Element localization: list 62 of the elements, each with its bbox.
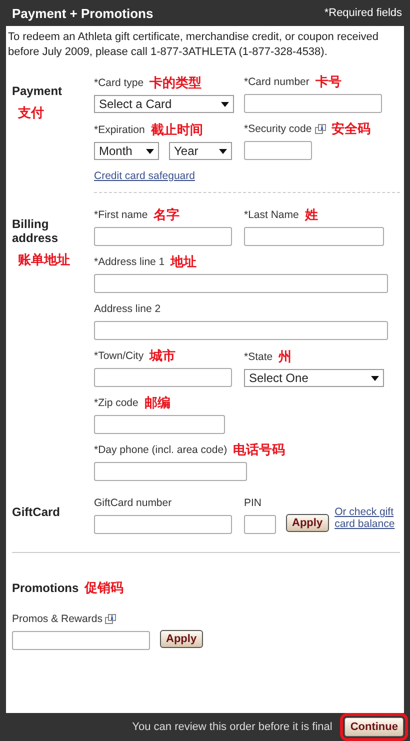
field-label: PIN xyxy=(244,497,262,509)
dropdown[interactable]: Select One xyxy=(244,369,384,387)
field-label: Promos & Rewards xyxy=(12,613,102,625)
dropdown[interactable]: Year xyxy=(169,142,232,160)
field-label: *State xyxy=(244,351,273,363)
field-label: *Zip code xyxy=(94,397,138,409)
caret-icon xyxy=(146,148,154,154)
field-label: *Day phone (incl. area code) xyxy=(94,444,228,456)
annotation-text: 卡号 xyxy=(315,75,342,89)
section-title: Billing address xyxy=(12,217,60,245)
section-title: Promotions xyxy=(12,581,79,595)
annotation-text: 名字 xyxy=(154,208,180,222)
input-field[interactable] xyxy=(94,415,225,434)
input-field[interactable] xyxy=(94,227,232,246)
continue-button[interactable]: Continue xyxy=(344,717,404,737)
safeguard-link[interactable]: Credit card safeguard xyxy=(94,170,404,182)
input-field[interactable] xyxy=(94,462,247,481)
field-label: *Card type xyxy=(94,77,144,89)
apply-button[interactable]: Apply xyxy=(160,630,203,648)
review-note: You can review this order before it is final xyxy=(132,721,332,733)
annotation-text: 邮编 xyxy=(144,396,170,410)
annotation-text: 安全码 xyxy=(332,122,371,136)
input-field[interactable] xyxy=(94,515,232,534)
required-note: *Required fields xyxy=(324,7,402,19)
field-label: *Expiration xyxy=(94,124,145,136)
input-field[interactable] xyxy=(244,141,312,160)
input-field[interactable] xyxy=(94,321,388,340)
field-label: *Security code xyxy=(244,123,312,135)
field-label: *Town/City xyxy=(94,350,144,362)
annotation-text: 卡的类型 xyxy=(150,76,202,90)
input-field[interactable] xyxy=(244,227,384,246)
section-title: Payment xyxy=(12,84,64,98)
field-label: Address line 2 xyxy=(94,303,161,315)
annotation-text: 姓 xyxy=(304,208,318,222)
balance-link[interactable]: Or check gift card balance xyxy=(334,506,399,530)
annotation-text: 地址 xyxy=(170,255,197,269)
section-title: GiftCard xyxy=(12,505,61,519)
input-field[interactable] xyxy=(244,515,276,534)
input-field[interactable] xyxy=(12,631,150,650)
input-field[interactable] xyxy=(244,94,382,113)
field-label: *Last Name xyxy=(244,209,299,221)
notice-text: To redeem an Athleta gift certificate, merchandise credit, or coupon received before July 2009, please call 1-877-3ATHLETA (1-877-328-4538). xyxy=(8,30,380,60)
caret-icon xyxy=(221,102,229,106)
annotation-text: 截止时间 xyxy=(150,123,203,137)
input-field[interactable] xyxy=(94,368,232,387)
apply-button[interactable]: Apply xyxy=(286,514,329,532)
caret-icon xyxy=(219,148,227,154)
caret-icon xyxy=(371,376,379,380)
annotation-text: 账单地址 xyxy=(18,253,71,267)
field-label: GiftCard number xyxy=(94,497,172,509)
input-field[interactable] xyxy=(94,274,388,293)
field-label: *First name xyxy=(94,209,148,221)
annotation-text: 电话号码 xyxy=(233,443,286,457)
annotation-text: 州 xyxy=(278,350,292,364)
dropdown[interactable]: Select a Card xyxy=(94,95,234,113)
page-title: Payment + Promotions xyxy=(12,6,154,20)
field-label: *Card number xyxy=(244,76,310,88)
annotation-text: 促销码 xyxy=(84,581,124,595)
annotation-text: 支付 xyxy=(18,106,45,120)
dropdown[interactable]: Month xyxy=(94,142,159,160)
field-label: *Address line 1 xyxy=(94,256,165,268)
annotation-text: 城市 xyxy=(150,349,176,363)
